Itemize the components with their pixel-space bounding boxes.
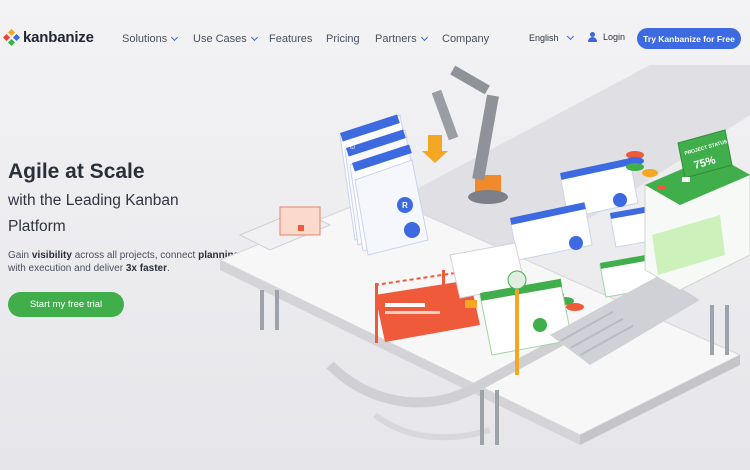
main-menu: Solutions Use Cases Features Pricing Par… (122, 33, 489, 45)
chevron-down-icon (171, 33, 179, 42)
menu-pricing[interactable]: Pricing (326, 33, 375, 45)
start-free-trial-button[interactable]: Start my free trial (8, 292, 124, 317)
menu-solutions-label: Solutions (122, 33, 168, 45)
menu-partners[interactable]: Partners (375, 33, 442, 45)
menu-features[interactable]: Features (269, 33, 326, 45)
chevron-down-icon (566, 32, 574, 41)
card-code: ID (350, 145, 355, 151)
menu-pricing-label: Pricing (326, 33, 360, 45)
chevron-down-icon (250, 33, 258, 42)
brand-name: kanbanize (23, 29, 94, 46)
login-link[interactable]: Login (588, 32, 625, 42)
chevron-down-icon (420, 33, 428, 42)
menu-use-cases[interactable]: Use Cases (193, 33, 269, 45)
menu-partners-label: Partners (375, 33, 417, 45)
brand-logo[interactable]: kanbanize (2, 28, 94, 46)
hero-illustration: R ID PROJECT STATUS 75% (218, 65, 750, 445)
menu-company-label: Company (442, 33, 490, 45)
try-free-button[interactable]: Try Kanbanize for Free (637, 28, 741, 49)
user-icon (588, 32, 597, 42)
language-selector[interactable]: English (529, 32, 574, 43)
hero-title: Agile at Scale (8, 160, 145, 183)
kanbanize-logo-icon (2, 28, 21, 46)
track-lower (373, 412, 491, 441)
card-letter: R (402, 201, 408, 210)
language-label: English (529, 33, 559, 43)
login-label: Login (603, 32, 626, 42)
menu-use-cases-label: Use Cases (193, 33, 247, 45)
menu-company[interactable]: Company (442, 33, 489, 45)
menu-solutions[interactable]: Solutions (122, 33, 193, 45)
menu-features-label: Features (269, 33, 313, 45)
